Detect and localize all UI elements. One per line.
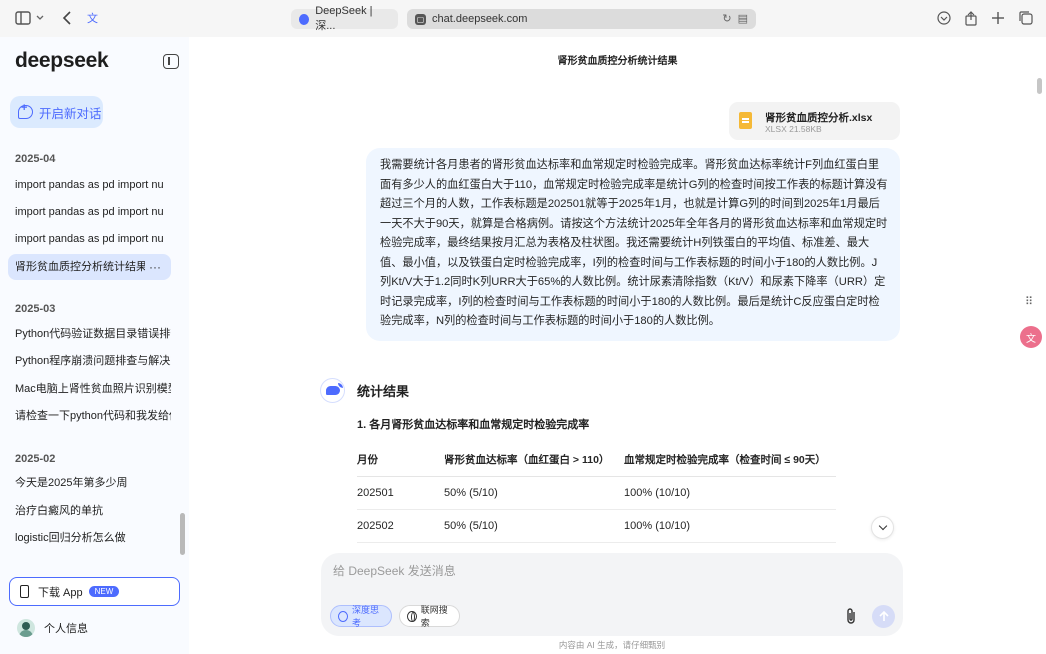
sidebar-chat-item[interactable]: Mac电脑上肾性贫血照片识别模型 (8, 376, 171, 402)
profile-label: 个人信息 (44, 623, 88, 635)
new-badge: NEW (88, 586, 120, 597)
chevron-down-icon (878, 521, 887, 531)
response-subheading: 1. 各月肾形贫血达标率和血常规定时检验完成率 (357, 419, 590, 431)
svg-text:文: 文 (87, 11, 98, 25)
chevron-down-icon[interactable] (34, 9, 46, 27)
download-app-button[interactable]: 下载 App NEW (9, 577, 180, 606)
table-cell: 202501 (357, 476, 444, 510)
url-text: chat.deepseek.com (432, 13, 528, 25)
sidebar-scrollbar[interactable] (180, 513, 185, 555)
send-button[interactable] (872, 605, 895, 628)
sidebar-chat-item[interactable]: logistic回归分析怎么做 (8, 525, 171, 551)
sidebar: deepseek 开启新对话 2025-04 import pandas as … (0, 37, 189, 654)
table-row: 202502 50% (5/10) 100% (10/10) (357, 509, 836, 543)
table-cell: 50% (5/10) (444, 509, 624, 543)
sidebar-chat-item-selected[interactable]: 肾形贫血质控分析统计结果 ··· (8, 254, 171, 280)
globe-icon (407, 610, 417, 622)
attach-paperclip-icon[interactable] (845, 607, 859, 625)
sidebar-chat-item[interactable]: 请检查一下python代码和我发给你 (8, 403, 171, 429)
phone-icon (20, 585, 29, 598)
response-heading: 统计结果 (357, 384, 410, 399)
sidebar-chat-item[interactable]: import pandas as pd import nu (8, 199, 171, 225)
translate-icon[interactable]: 文 (86, 9, 104, 27)
more-options-icon[interactable]: ··· (145, 254, 161, 280)
table-cell: 100% (10/10) (624, 509, 836, 543)
table-row: 202501 50% (5/10) 100% (10/10) (357, 476, 836, 510)
atom-icon (338, 610, 348, 622)
group-title-2025-02: 2025-02 (15, 453, 56, 465)
sidebar-chat-item[interactable]: 治疗白癜风的单抗 (8, 498, 171, 524)
table-cell: 50% (5/10) (444, 476, 624, 510)
scroll-to-bottom-button[interactable] (871, 516, 894, 539)
file-meta: XLSX 21.58KB (765, 124, 822, 134)
grid-tool-icon[interactable]: ⠿ (1020, 292, 1038, 310)
group-title-2025-03: 2025-03 (15, 303, 56, 315)
site-favicon-icon: ▢ (415, 13, 426, 25)
attached-file-card[interactable]: 肾形贫血质控分析.xlsx XLSX 21.58KB (729, 102, 900, 140)
group-title-2025-04: 2025-04 (15, 153, 56, 165)
web-search-toggle[interactable]: 联网搜索 (399, 605, 460, 628)
reader-icon[interactable]: ▤ (738, 12, 748, 25)
table-cell: 202502 (357, 509, 444, 543)
new-chat-icon (18, 102, 33, 119)
deep-think-label: 深度思考 (352, 605, 380, 628)
deep-think-toggle[interactable]: 深度思考 (330, 605, 392, 628)
reload-icon[interactable]: ↻ (722, 12, 731, 25)
deepseek-logo: deepseek (15, 49, 109, 72)
sidebar-chat-item[interactable]: Python程序崩溃问题排查与解决方 (8, 348, 171, 374)
chat-title: 肾形贫血质控分析统计结果 (557, 56, 678, 67)
sidebar-chat-item[interactable]: import pandas as pd import nu (8, 172, 171, 198)
tab-deepseek[interactable]: DeepSeek | 深... (291, 5, 398, 32)
page-scrollbar[interactable] (1037, 78, 1042, 94)
message-input[interactable] (333, 561, 853, 581)
message-composer: 深度思考 联网搜索 (321, 553, 903, 636)
download-icon[interactable] (935, 9, 953, 27)
tab-label: DeepSeek | 深... (315, 5, 373, 32)
deepseek-avatar-icon (320, 378, 345, 403)
new-tab-icon[interactable] (989, 9, 1007, 27)
back-arrow-icon[interactable] (58, 9, 76, 27)
table-header-cell: 肾形贫血达标率（血红蛋白 > 110） (444, 443, 624, 477)
profile-button[interactable]: 个人信息 (17, 619, 88, 637)
browser-toolbar: 文 DeepSeek | 深... ▢ chat.deepseek.com ↻ … (0, 0, 1046, 37)
file-name: 肾形贫血质控分析.xlsx (765, 112, 873, 124)
deepseek-favicon-icon (299, 13, 310, 25)
avatar (17, 619, 35, 637)
web-search-label: 联网搜索 (420, 605, 448, 628)
sidebar-chat-item[interactable]: 今天是2025年第多少周 (8, 470, 171, 496)
sidebar-chat-label: 肾形贫血质控分析统计结果 (15, 261, 147, 273)
download-label: 下载 App (38, 586, 83, 599)
spreadsheet-file-icon (739, 112, 752, 129)
result-table: 月份 肾形贫血达标率（血红蛋白 > 110） 血常规定时检验完成率（检查时间 ≤… (357, 443, 836, 543)
collapse-sidebar-icon[interactable] (163, 54, 179, 69)
address-bar[interactable]: ▢ chat.deepseek.com ↻ ▤ (407, 9, 756, 29)
table-header-cell: 血常规定时检验完成率（检查时间 ≤ 90天） (624, 443, 836, 477)
translate-float-icon[interactable]: 文 (1020, 326, 1042, 348)
sidebar-chat-item[interactable]: Python代码验证数据目录错误排查 (8, 321, 171, 347)
sidebar-chat-item[interactable]: import pandas as pd import nu (8, 226, 171, 252)
ai-disclaimer: 内容由 AI 生成，请仔细甄别 (558, 640, 666, 650)
table-header-row: 月份 肾形贫血达标率（血红蛋白 > 110） 血常规定时检验完成率（检查时间 ≤… (357, 443, 836, 477)
table-header-cell: 月份 (357, 443, 444, 477)
new-chat-button[interactable]: 开启新对话 (10, 96, 103, 128)
tab-overview-icon[interactable] (1017, 9, 1035, 27)
share-icon[interactable] (962, 9, 980, 27)
table-cell: 100% (10/10) (624, 476, 836, 510)
user-message-bubble: 我需要统计各月患者的肾形贫血达标率和血常规定时检验完成率。肾形贫血达标率统计F列… (366, 148, 900, 341)
new-chat-label: 开启新对话 (39, 106, 102, 121)
sidebar-toggle-icon[interactable] (14, 9, 32, 27)
